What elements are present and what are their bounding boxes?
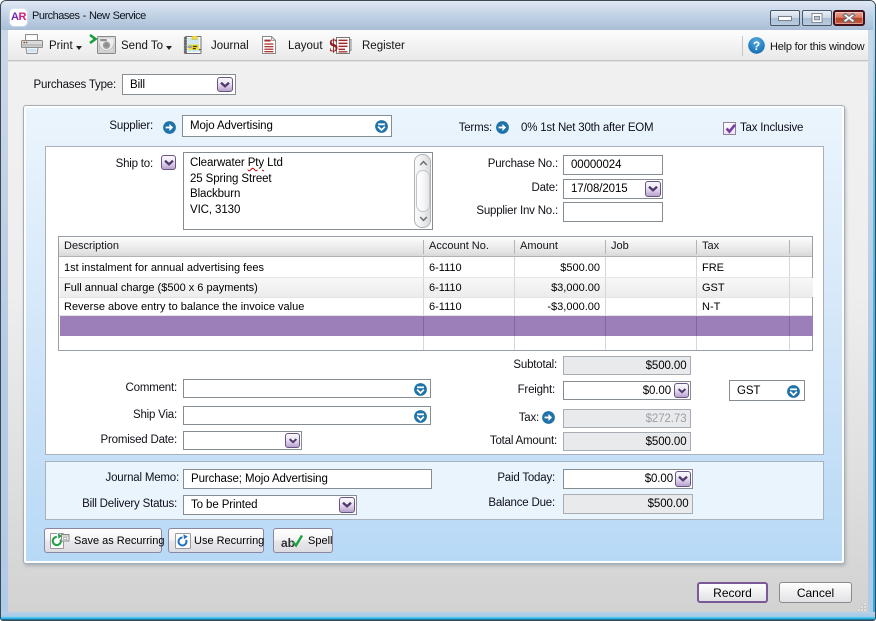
svg-text:?: ? [753,39,760,53]
svg-text:$: $ [330,36,338,55]
